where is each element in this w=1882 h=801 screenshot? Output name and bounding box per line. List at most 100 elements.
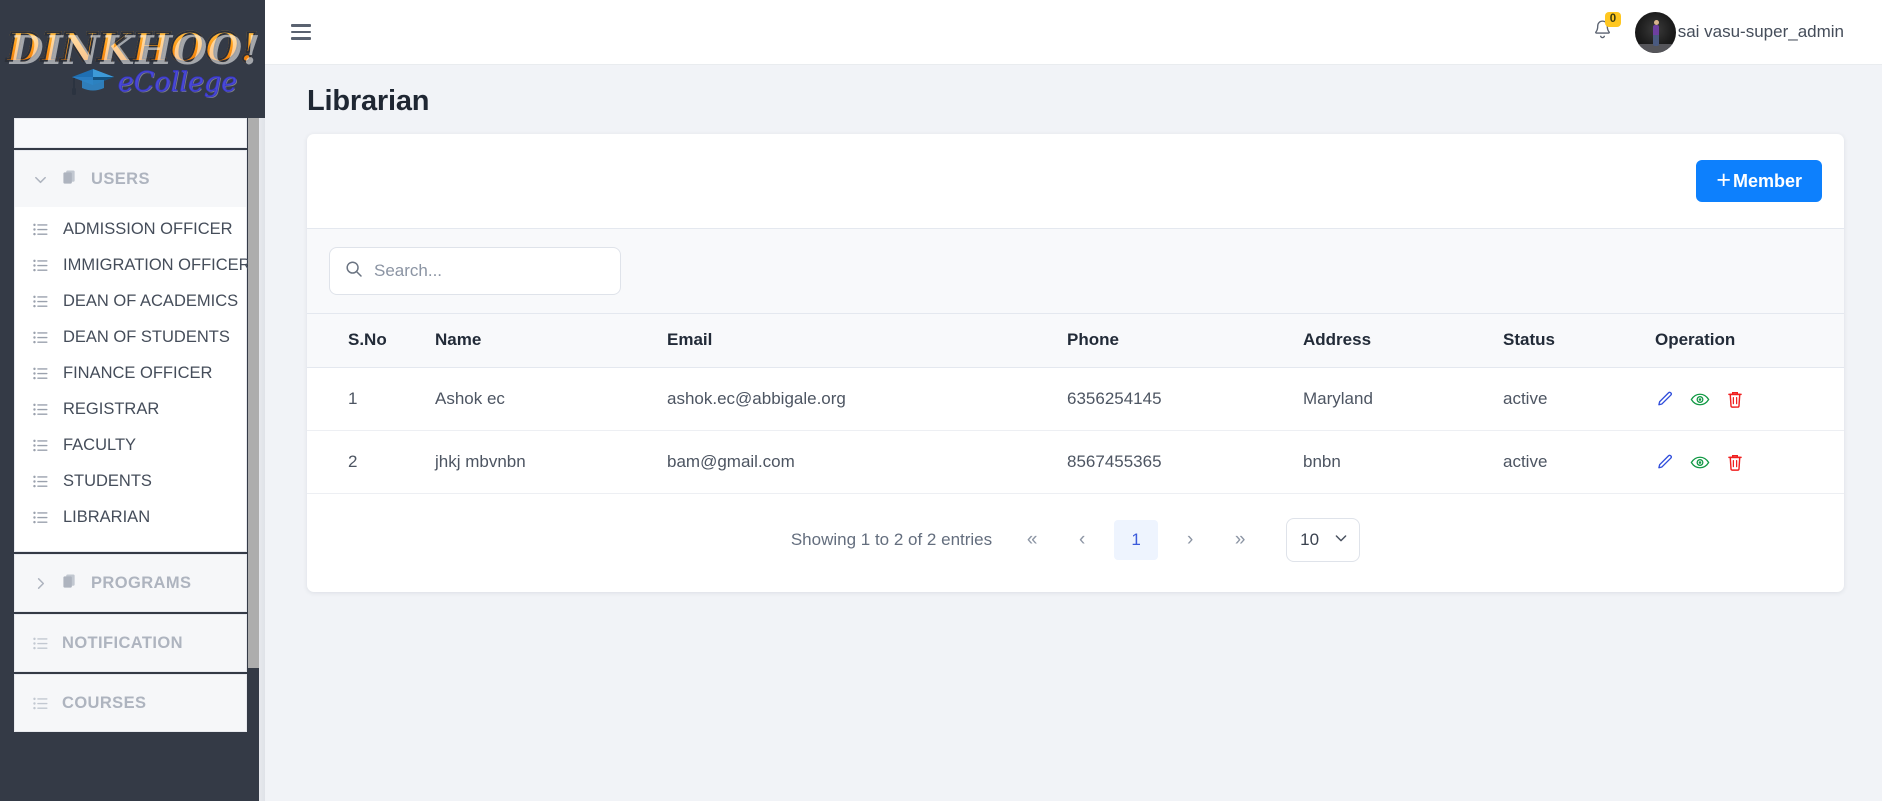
topbar-right: 0 sai vasu-super_admin: [1592, 11, 1844, 53]
sidebar-item-admission-officer[interactable]: ADMISSION OFFICER: [15, 211, 246, 247]
cell-email: bam@gmail.com: [667, 430, 1067, 494]
sidebar-item-label: COURSES: [62, 693, 147, 712]
pagination-first-button[interactable]: «: [1014, 521, 1050, 559]
cell-operations: [1655, 430, 1844, 494]
sidebar-group-programs: PROGRAMS: [14, 554, 247, 612]
cell-address: bnbn: [1303, 430, 1503, 494]
sidebar-item-dean-of-academics[interactable]: DEAN OF ACADEMICS: [15, 283, 246, 319]
sidebar-scrollbar[interactable]: [248, 118, 265, 801]
search-box[interactable]: [329, 247, 621, 295]
cell-name: jhkj mbvnbn: [435, 430, 667, 494]
delete-icon[interactable]: [1726, 453, 1744, 472]
add-member-label: Member: [1732, 170, 1802, 191]
sidebar-scroll-area: USERS ADMISSION OFFICER IMMIGRATION OFFI…: [0, 118, 265, 801]
librarian-card: + Member Search... S.No Name Email Phone…: [307, 134, 1844, 592]
column-header-phone: Phone: [1067, 314, 1303, 368]
sidebar-item-librarian[interactable]: LIBRARIAN: [15, 499, 246, 535]
view-icon[interactable]: [1690, 453, 1710, 472]
topbar: 0 sai vasu-super_admin: [265, 0, 1882, 65]
brand-logo-subtext: eCollege: [117, 66, 238, 98]
cell-status: active: [1503, 367, 1655, 431]
cell-operations: [1655, 367, 1844, 431]
list-icon: [33, 475, 48, 488]
sidebar-item-students[interactable]: STUDENTS: [15, 463, 246, 499]
sidebar-group-header-users[interactable]: USERS: [15, 151, 246, 207]
add-member-button[interactable]: + Member: [1696, 160, 1822, 202]
sidebar-item-label: FINANCE OFFICER: [63, 363, 213, 382]
view-icon[interactable]: [1690, 390, 1710, 409]
pagination-last-button[interactable]: »: [1222, 521, 1258, 559]
sidebar-item-registrar[interactable]: REGISTRAR: [15, 391, 246, 427]
cell-email: ashok.ec@abbigale.org: [667, 367, 1067, 431]
chevron-right-icon: [33, 576, 48, 591]
page-size-select[interactable]: 10: [1286, 518, 1361, 562]
sidebar-item-label: DEAN OF ACADEMICS: [63, 291, 239, 310]
table-body: 1 Ashok ec ashok.ec@abbigale.org 6356254…: [307, 367, 1844, 494]
hamburger-icon[interactable]: [285, 18, 317, 46]
content-region: + Member Search... S.No Name Email Phone…: [265, 134, 1882, 592]
user-menu[interactable]: sai vasu-super_admin: [1634, 11, 1844, 53]
librarian-table: S.No Name Email Phone Address Status Ope…: [307, 314, 1844, 494]
delete-icon[interactable]: [1726, 390, 1744, 409]
list-icon: [33, 403, 48, 416]
list-icon: [33, 295, 48, 308]
sidebar-item-label: STUDENTS: [63, 471, 152, 490]
cell-phone: 6356254145: [1067, 367, 1303, 431]
list-icon: [33, 259, 48, 272]
sidebar-item-immigration-officer[interactable]: IMMIGRATION OFFICER: [15, 247, 251, 283]
page-header: Librarian: [265, 65, 1882, 134]
search-input[interactable]: [374, 261, 605, 281]
cell-name: Ashok ec: [435, 367, 667, 431]
chevron-down-icon: [1333, 530, 1349, 551]
column-header-name: Name: [435, 314, 667, 368]
list-icon: [33, 697, 48, 710]
search-icon: [345, 260, 363, 283]
sidebar-group-label: USERS: [91, 169, 150, 188]
app-root: DINKHOO! eCollege USERS ADMISSION OFFICE…: [0, 0, 1882, 801]
page-size-value: 10: [1300, 530, 1320, 549]
sidebar-item-finance-officer[interactable]: FINANCE OFFICER: [15, 355, 246, 391]
list-icon: [33, 637, 48, 650]
edit-icon[interactable]: [1655, 390, 1674, 409]
list-icon: [33, 331, 48, 344]
pagination-next-button[interactable]: ›: [1172, 521, 1208, 559]
cell-sno: 1: [307, 367, 435, 431]
sidebar-item-label: ADMISSION OFFICER: [63, 219, 233, 238]
sidebar-top-spacer: [14, 118, 247, 148]
sidebar-scrollbar-track-end: [248, 668, 259, 801]
list-icon: [33, 223, 48, 236]
cell-sno: 2: [307, 430, 435, 494]
entries-info: Showing 1 to 2 of 2 entries: [790, 530, 993, 549]
sidebar-item-label: REGISTRAR: [63, 399, 160, 418]
list-icon: [33, 511, 48, 524]
column-header-email: Email: [667, 314, 1067, 368]
pagination: Showing 1 to 2 of 2 entries « ‹ 1 › » 10: [307, 494, 1844, 592]
copy-icon: [62, 169, 77, 190]
sidebar-scrollbar-thumb[interactable]: [248, 118, 259, 668]
copy-icon: [62, 573, 77, 594]
list-icon: [33, 367, 48, 380]
notifications-button[interactable]: 0: [1592, 11, 1622, 46]
column-header-sno: S.No: [307, 314, 435, 368]
main-area: 0 sai vasu-super_admin Librarian + Membe…: [265, 0, 1882, 801]
sidebar-item-courses[interactable]: COURSES: [15, 675, 246, 731]
sidebar-item-label: IMMIGRATION OFFICER: [63, 255, 251, 274]
notification-count-badge: 0: [1604, 11, 1622, 28]
sidebar-item-dean-of-students[interactable]: DEAN OF STUDENTS: [15, 319, 246, 355]
card-toolbar: + Member: [307, 134, 1844, 228]
sidebar-item-notification[interactable]: NOTIFICATION: [15, 615, 246, 671]
sidebar-group-label: PROGRAMS: [91, 573, 192, 592]
pagination-prev-button[interactable]: ‹: [1064, 521, 1100, 559]
column-header-status: Status: [1503, 314, 1655, 368]
edit-icon[interactable]: [1655, 453, 1674, 472]
chevron-down-icon: [33, 172, 48, 187]
sidebar-item-label: LIBRARIAN: [63, 507, 151, 526]
brand-logo[interactable]: DINKHOO! eCollege: [0, 0, 265, 118]
cell-phone: 8567455365: [1067, 430, 1303, 494]
sidebar-item-faculty[interactable]: FACULTY: [15, 427, 246, 463]
avatar: [1634, 11, 1676, 53]
pagination-page-1[interactable]: 1: [1114, 520, 1159, 560]
graduation-cap-icon: [70, 66, 116, 96]
sidebar-group-header-programs[interactable]: PROGRAMS: [15, 555, 246, 611]
table-row: 1 Ashok ec ashok.ec@abbigale.org 6356254…: [307, 367, 1844, 431]
